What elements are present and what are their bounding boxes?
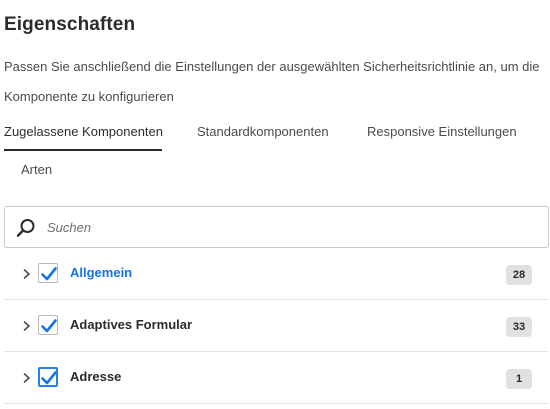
component-label: Adresse (70, 369, 122, 384)
properties-panel: Eigenschaften Passen Sie anschließend di… (0, 0, 550, 409)
component-list: Allgemein 28 Adaptives Formular 33 Adres… (4, 248, 548, 404)
count-badge: 1 (506, 369, 532, 389)
panel-description: Passen Sie anschließend die Einstellunge… (4, 59, 540, 104)
tab-default-components[interactable]: Standardkomponenten (197, 124, 329, 139)
component-checkbox[interactable] (38, 315, 58, 335)
tab-allowed-components[interactable]: Zugelassene Komponenten (4, 124, 163, 139)
count-badge: 33 (506, 317, 532, 337)
list-item: Adaptives Formular 33 (4, 300, 548, 352)
tab-selected-indicator (4, 149, 162, 151)
tab-styles[interactable]: Arten (21, 162, 52, 177)
list-item: Allgemein 28 (4, 248, 548, 300)
component-checkbox[interactable] (38, 263, 58, 283)
search-icon (15, 217, 37, 239)
count-badge: 28 (506, 265, 532, 285)
chevron-right-icon[interactable] (22, 267, 32, 281)
component-checkbox[interactable] (38, 367, 58, 387)
search-field[interactable] (4, 206, 549, 248)
search-input[interactable] (47, 216, 537, 238)
chevron-right-icon[interactable] (22, 371, 32, 385)
panel-title: Eigenschaften (4, 14, 136, 35)
chevron-right-icon[interactable] (22, 319, 32, 333)
list-item: Adresse 1 (4, 352, 548, 404)
component-label: Adaptives Formular (70, 317, 193, 332)
tab-responsive-settings[interactable]: Responsive Einstellungen (367, 124, 517, 139)
component-label[interactable]: Allgemein (70, 265, 132, 280)
